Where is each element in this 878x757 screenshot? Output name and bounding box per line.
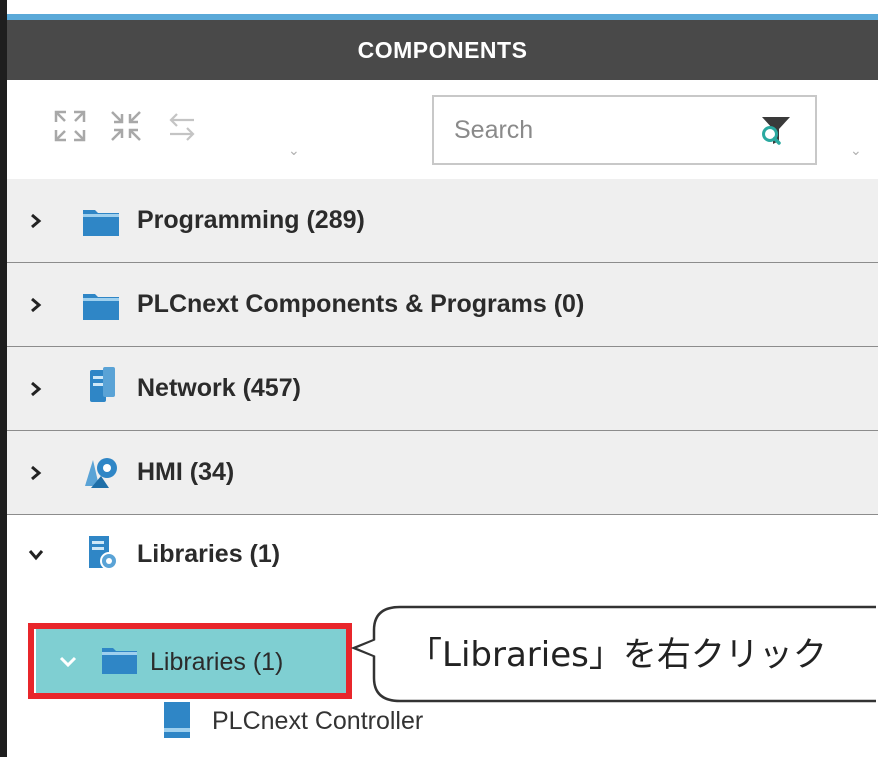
category-network[interactable]: Network (457)	[7, 347, 878, 431]
category-label: PLCnext Components & Programs (0)	[137, 290, 585, 318]
category-libraries[interactable]: Libraries (1)	[7, 515, 878, 599]
panel-title: COMPONENTS	[7, 20, 878, 80]
library-icon	[89, 536, 118, 570]
panel-top-margin	[0, 0, 878, 14]
panel-title-text: COMPONENTS	[357, 36, 528, 63]
chevron-down-icon[interactable]	[27, 546, 45, 564]
plcnext-controller-label[interactable]: PLCnext Controller	[212, 707, 423, 736]
panel-left-border	[0, 0, 7, 757]
category-label: Libraries (1)	[137, 540, 281, 568]
category-plcnext-components[interactable]: PLCnext Components & Programs (0)	[7, 263, 878, 347]
network-device-icon	[90, 367, 115, 402]
sync-icon[interactable]	[164, 108, 200, 144]
callout-text: 「Libraries」を右クリック	[408, 635, 827, 675]
folder-icon	[83, 210, 119, 236]
category-hmi[interactable]: HMI (34)	[7, 431, 878, 515]
search-input[interactable]	[454, 111, 714, 149]
toolbar-dropdown-caret[interactable]: ⌄	[288, 142, 300, 159]
expand-all-icon[interactable]	[52, 108, 88, 144]
search-dropdown-caret[interactable]: ⌄	[850, 142, 862, 159]
collapse-all-icon[interactable]	[108, 108, 144, 144]
components-panel: COMPONENTS ⌄ ⌄	[0, 0, 878, 757]
category-label: Network (457)	[137, 374, 301, 402]
controller-icon	[164, 702, 190, 738]
highlight-box	[28, 623, 352, 699]
search-box[interactable]	[432, 95, 817, 165]
chevron-right-icon[interactable]	[27, 296, 45, 314]
chevron-right-icon[interactable]	[27, 380, 45, 398]
hmi-icon	[85, 458, 117, 488]
chevron-right-icon[interactable]	[27, 212, 45, 230]
category-label: Programming (289)	[137, 206, 365, 234]
category-label: HMI (34)	[137, 458, 235, 486]
category-programming[interactable]: Programming (289)	[7, 179, 878, 263]
folder-icon	[83, 294, 119, 320]
filter-search-icon[interactable]	[758, 113, 792, 147]
chevron-right-icon[interactable]	[27, 464, 45, 482]
